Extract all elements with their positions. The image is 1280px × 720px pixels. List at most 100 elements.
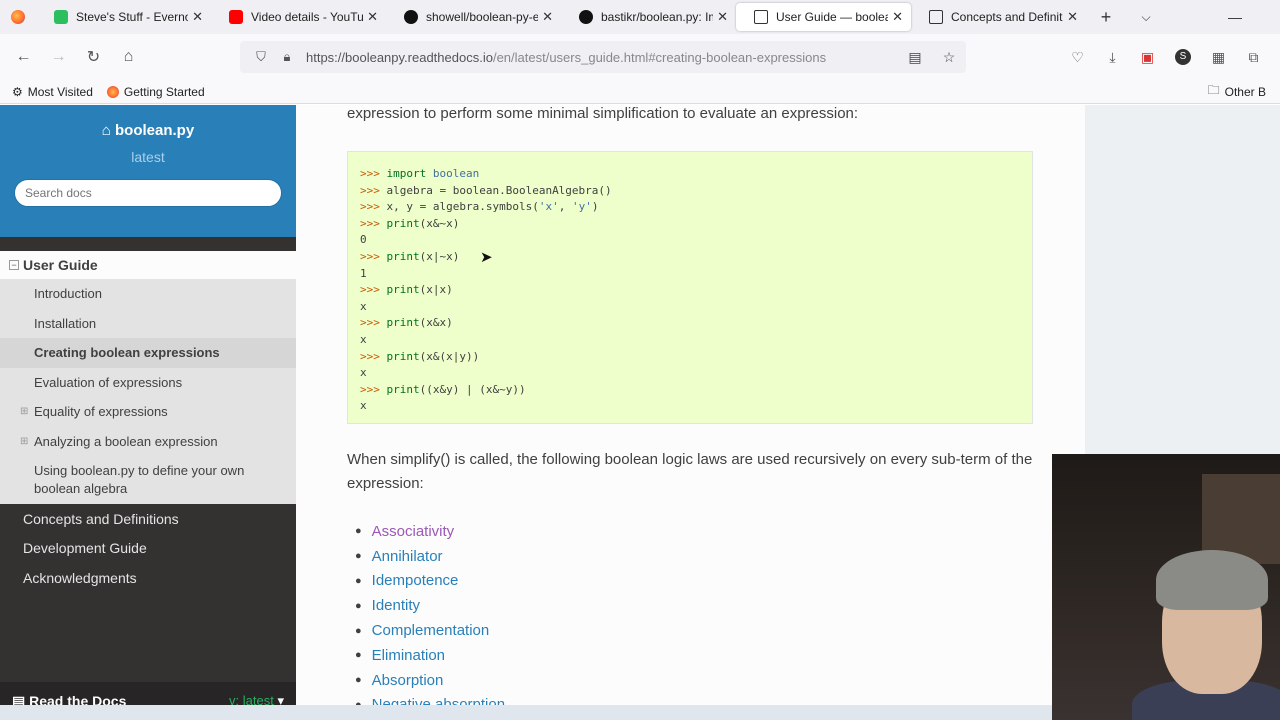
sidebar-item-evaluation[interactable]: Evaluation of expressions [0, 368, 296, 398]
code-line: >>> print(x|~x) [360, 249, 460, 263]
doc-icon [929, 10, 943, 24]
sidebar-item-own-algebra[interactable]: Using boolean.py to define your own bool… [0, 456, 296, 504]
sidebar-item-label: Creating boolean expressions [34, 345, 220, 361]
sidebar-item-label: Equality of expressions [34, 404, 168, 420]
sidebar-item-equality[interactable]: ⊞ Equality of expressions [0, 397, 296, 427]
tab-github-bastikr[interactable]: bastikr/boolean.py: Im ✕ [561, 3, 736, 31]
bookmark-label: Most Visited [27, 84, 93, 99]
evernote-icon [54, 10, 68, 24]
sidebar-item-label: Evaluation of expressions [34, 374, 183, 390]
list-item: ● Identity [355, 597, 421, 615]
code-line: >>> print(x&x) [360, 316, 453, 330]
list-item: ● Idempotence [355, 572, 459, 590]
tab-github-showell[interactable]: showell/boolean-py-e ✕ [386, 3, 561, 31]
extension-s-icon[interactable]: S [1175, 49, 1191, 65]
close-icon[interactable]: ✕ [367, 9, 378, 25]
law-link[interactable]: Annihilator [372, 548, 443, 565]
toolbar-icons: ♡ ⤓ ▣ S ▦ ⧉ [1060, 34, 1271, 80]
reader-view-icon[interactable]: ▤ [898, 49, 932, 66]
window-controls: — [1190, 0, 1280, 34]
close-icon[interactable]: ✕ [542, 9, 553, 25]
project-name: boolean.py [115, 122, 195, 139]
bookmark-star-icon[interactable]: ☆ [932, 49, 966, 66]
close-icon[interactable]: ✕ [192, 9, 203, 25]
sidebar-item-user-guide[interactable]: − User Guide [0, 251, 296, 279]
webcam-overlay [1052, 454, 1280, 720]
extension-red-icon[interactable]: ▣ [1130, 49, 1165, 66]
bookmark-label: Getting Started [123, 84, 205, 99]
sidebar-item-label: Development Guide [23, 540, 147, 557]
close-icon[interactable]: ✕ [717, 9, 728, 25]
tab-label: showell/boolean-py-e [426, 10, 539, 24]
tab-user-guide[interactable]: User Guide — boolean. ✕ [736, 3, 911, 31]
sidebar-item-creating-expressions[interactable]: Creating boolean expressions [0, 338, 296, 368]
pocket-icon[interactable]: ♡ [1060, 49, 1095, 66]
search-input[interactable] [14, 179, 282, 207]
law-link[interactable]: Associativity [372, 523, 455, 540]
code-line: >>> x, y = algebra.symbols('x', 'y') [360, 200, 599, 214]
minimize-icon[interactable]: — [1228, 9, 1242, 25]
url-text[interactable]: https://booleanpy.readthedocs.io/en/late… [300, 50, 898, 65]
new-tab-button[interactable]: + [1086, 7, 1126, 28]
lock-icon[interactable]: 🔒︎ [274, 49, 300, 65]
docs-sidebar: ⌂ boolean.py latest − User Guide Introdu… [0, 105, 296, 720]
tab-youtube[interactable]: Video details - YouTube ✕ [211, 3, 386, 31]
collapse-icon[interactable]: − [9, 260, 19, 270]
list-item: ● Elimination [355, 646, 446, 664]
mouse-cursor-icon: ➤ [480, 248, 493, 266]
code-line: 0 [360, 233, 367, 247]
code-line: >>> print(x|x) [360, 283, 453, 297]
sidebar-item-label: Using boolean.py to define your own bool… [34, 463, 245, 496]
expand-icon[interactable]: ⊞ [20, 406, 28, 417]
law-link[interactable]: Identity [372, 597, 420, 614]
url-path: /en/latest/users_guide.html#creating-boo… [492, 49, 827, 65]
youtube-icon [229, 10, 243, 24]
list-item: ● Negative absorption [355, 693, 505, 705]
sidebar-item-acknowledgments[interactable]: Acknowledgments [0, 563, 296, 593]
home-button[interactable]: ⌂ [111, 48, 146, 66]
close-icon[interactable]: ✕ [1067, 9, 1078, 25]
list-all-tabs-button[interactable]: ⌵ [1126, 10, 1166, 25]
bookmarks-toolbar: ⚙ Most Visited Getting Started 🗀︎ Other … [0, 80, 1280, 104]
close-icon[interactable]: ✕ [892, 9, 903, 25]
version-label: latest [131, 149, 165, 165]
code-line: x [360, 366, 367, 380]
code-line: x [360, 399, 367, 413]
sidebar-item-label: Introduction [34, 286, 102, 302]
sidebar-item-analyzing[interactable]: ⊞ Analyzing a boolean expression [0, 427, 296, 457]
expand-icon[interactable]: ⊞ [20, 436, 28, 447]
url-bar[interactable]: ⛉ 🔒︎ https://booleanpy.readthedocs.io/en… [240, 41, 966, 73]
shield-icon[interactable]: ⛉ [248, 49, 274, 65]
browser-window: Steve's Stuff - Evernote ✕ Video details… [0, 0, 1280, 720]
tab-concepts[interactable]: Concepts and Definitio ✕ [911, 3, 1086, 31]
tab-label: bastikr/boolean.py: Im [601, 10, 714, 24]
sidebar-item-installation[interactable]: Installation [0, 309, 296, 339]
sidebar-item-introduction[interactable]: Introduction [0, 279, 296, 309]
reload-button[interactable]: ↻ [76, 47, 111, 67]
bookmark-getting-started[interactable]: Getting Started [106, 84, 205, 99]
download-icon[interactable]: ⤓ [1095, 49, 1130, 66]
law-link[interactable]: Idempotence [372, 572, 459, 589]
back-button[interactable]: ← [6, 48, 41, 66]
law-link[interactable]: Complementation [372, 622, 490, 639]
sidebar-item-concepts[interactable]: Concepts and Definitions [0, 504, 296, 534]
tab-evernote[interactable]: Steve's Stuff - Evernote ✕ [36, 3, 211, 31]
law-link[interactable]: Absorption [372, 672, 444, 689]
law-link[interactable]: Negative absorption [372, 696, 505, 705]
home-icon: ⌂ [101, 122, 116, 139]
bookmark-other[interactable]: 🗀︎ Other B [1208, 81, 1266, 102]
project-home-link[interactable]: ⌂ boolean.py [0, 122, 296, 139]
sidebar-item-development[interactable]: Development Guide [0, 534, 296, 564]
firefox-menu-icon[interactable] [0, 0, 36, 34]
tab-label: Steve's Stuff - Evernote [76, 10, 188, 24]
code-line: >>> print((x&y) | (x&~y)) [360, 382, 526, 396]
law-link[interactable]: Elimination [372, 647, 445, 664]
gear-icon: ⚙ [12, 84, 23, 99]
laws-list: ● Associativity ● Annihilator ● Idempotence… [355, 519, 505, 705]
extension-puzzle-icon[interactable]: ▦ [1201, 49, 1236, 66]
extension-screenshot-icon[interactable]: ⧉ [1236, 49, 1271, 66]
code-block[interactable]: >>> import boolean >>> algebra = boolean… [347, 151, 1033, 424]
forward-button[interactable]: → [41, 48, 76, 66]
github-icon [579, 10, 593, 24]
bookmark-most-visited[interactable]: ⚙ Most Visited [12, 85, 93, 99]
